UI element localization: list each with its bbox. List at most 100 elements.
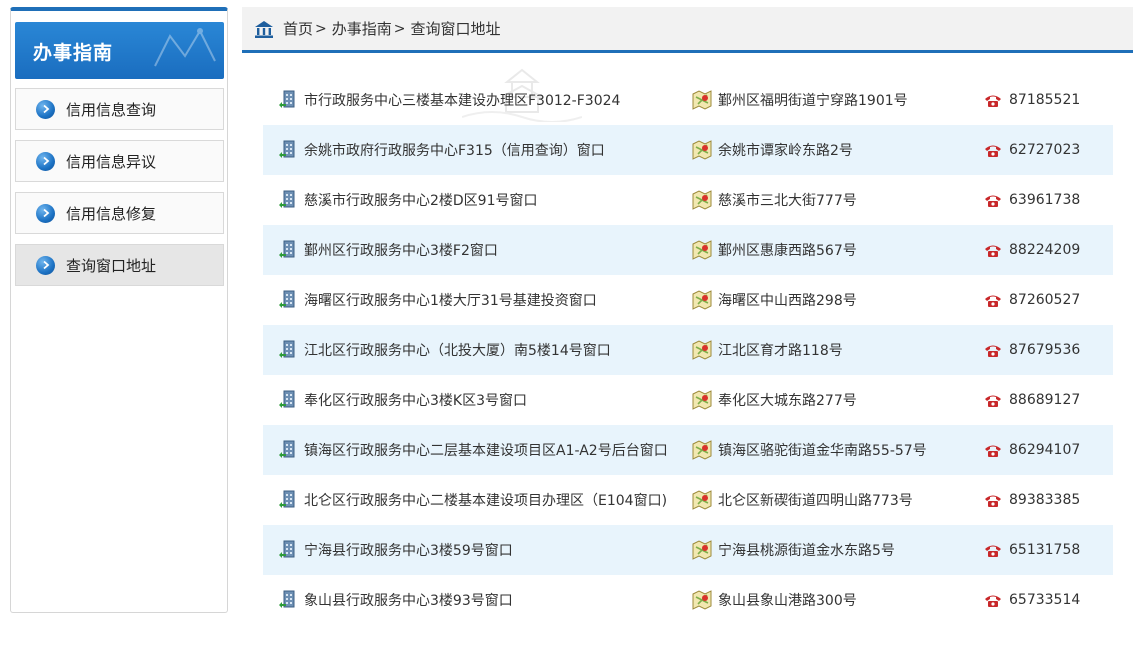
map-pin-icon [692, 239, 712, 261]
window-phone-cell: 87185521 [983, 89, 1080, 111]
window-phone-cell: 65131758 [983, 539, 1080, 561]
breadcrumb-guide-link[interactable]: 办事指南 [332, 18, 392, 39]
breadcrumb-home-link[interactable]: 首页 [283, 18, 313, 39]
window-phone: 88689127 [1009, 392, 1081, 408]
phone-icon [983, 589, 1003, 611]
list-item: 奉化区行政服务中心3楼K区3号窗口 奉化区大城东路277号 88689127 [263, 375, 1113, 425]
window-address: 奉化区大城东路277号 [718, 393, 857, 409]
list-item: 江北区行政服务中心（北投大厦）南5楼14号窗口 江北区育才路118号 8767953… [263, 325, 1113, 375]
window-address: 北仑区新碶街道四明山路773号 [718, 493, 913, 509]
window-phone: 65733514 [1009, 592, 1081, 608]
arrow-circle-icon [36, 203, 55, 223]
window-address-cell: 宁海县桃源街道金水东路5号 [692, 539, 895, 561]
window-address: 江北区育才路118号 [718, 343, 843, 359]
sidebar: 办事指南 信用信息查询 信用信息异议 信用信息修复 查询窗口地址 [10, 7, 228, 613]
list-item: 海曙区行政服务中心1楼大厅31号基建投资窗口 海曙区中山西路298号 8726052… [263, 275, 1113, 325]
window-address: 鄞州区福明街道宁穿路1901号 [718, 93, 908, 109]
map-pin-icon [692, 339, 712, 361]
window-phone: 62727023 [1009, 142, 1081, 158]
list-item: 鄞州区行政服务中心3楼F2窗口 鄞州区惠康西路567号 88224209 [263, 225, 1113, 275]
sidebar-item-window-address[interactable]: 查询窗口地址 [15, 244, 224, 286]
breadcrumb-separator: > [393, 20, 406, 37]
map-pin-icon [692, 489, 712, 511]
window-name-cell: 江北区行政服务中心（北投大厦）南5楼14号窗口 [278, 339, 611, 361]
window-phone-cell: 86294107 [983, 439, 1080, 461]
sidebar-item-label: 查询窗口地址 [66, 256, 157, 275]
window-address-cell: 慈溪市三北大街777号 [692, 189, 857, 211]
list-item: 镇海区行政服务中心二层基本建设项目区A1-A2号后台窗口 镇海区骆驼街道金华南路5… [263, 425, 1113, 475]
window-phone-cell: 87260527 [983, 289, 1080, 311]
list-item: 余姚市政府行政服务中心F315（信用查询）窗口 余姚市谭家岭东路2号 6272702… [263, 125, 1113, 175]
window-address: 鄞州区惠康西路567号 [718, 243, 857, 259]
map-pin-icon [692, 89, 712, 111]
phone-icon [983, 189, 1003, 211]
window-name: 象山县行政服务中心3楼93号窗口 [304, 593, 513, 609]
phone-icon [983, 239, 1003, 261]
window-address: 慈溪市三北大街777号 [718, 193, 857, 209]
window-phone-cell: 62727023 [983, 139, 1080, 161]
window-name-cell: 镇海区行政服务中心二层基本建设项目区A1-A2号后台窗口 [278, 439, 668, 461]
window-address: 海曙区中山西路298号 [718, 293, 857, 309]
breadcrumb-separator: > [315, 20, 327, 37]
window-phone: 87679536 [1009, 342, 1081, 358]
window-name: 江北区行政服务中心（北投大厦）南5楼14号窗口 [304, 343, 611, 359]
window-address-cell: 奉化区大城东路277号 [692, 389, 857, 411]
list-item: 宁海县行政服务中心3楼59号窗口 宁海县桃源街道金水东路5号 65131758 [263, 525, 1113, 575]
window-phone-cell: 65733514 [983, 589, 1080, 611]
window-phone: 65131758 [1009, 542, 1081, 558]
window-address: 镇海区骆驼街道金华南路55-57号 [718, 443, 927, 459]
window-name-cell: 慈溪市行政服务中心2楼D区91号窗口 [278, 189, 538, 211]
building-icon [278, 389, 298, 411]
window-name-cell: 余姚市政府行政服务中心F315（信用查询）窗口 [278, 139, 605, 161]
window-name-cell: 北仑区行政服务中心二楼基本建设项目办理区（E104窗口) [278, 489, 667, 511]
list-item: 市行政服务中心三楼基本建设办理区F3012-F3024 鄞州区福明街道宁穿路190… [263, 75, 1113, 125]
window-phone-cell: 89383385 [983, 489, 1080, 511]
map-pin-icon [692, 389, 712, 411]
window-phone: 88224209 [1009, 242, 1081, 258]
main-content: 首页 > 办事指南 > 查询窗口地址 市行政服务中心三楼基本建设办理区F3012… [242, 7, 1133, 613]
page: 办事指南 信用信息查询 信用信息异议 信用信息修复 查询窗口地址 首页 > 办事… [0, 0, 1148, 655]
sidebar-item-credit-query[interactable]: 信用信息查询 [15, 88, 224, 130]
window-name: 市行政服务中心三楼基本建设办理区F3012-F3024 [304, 93, 621, 109]
window-address-list: 市行政服务中心三楼基本建设办理区F3012-F3024 鄞州区福明街道宁穿路190… [263, 75, 1113, 625]
building-icon [278, 239, 298, 261]
list-item: 象山县行政服务中心3楼93号窗口 象山县象山港路300号 65733514 [263, 575, 1113, 625]
map-pin-icon [692, 139, 712, 161]
sidebar-item-credit-repair[interactable]: 信用信息修复 [15, 192, 224, 234]
window-name-cell: 宁海县行政服务中心3楼59号窗口 [278, 539, 513, 561]
window-address: 象山县象山港路300号 [718, 593, 857, 609]
window-phone: 87185521 [1009, 92, 1081, 108]
window-address-cell: 镇海区骆驼街道金华南路55-57号 [692, 439, 927, 461]
window-phone-cell: 63961738 [983, 189, 1080, 211]
window-address-cell: 鄞州区惠康西路567号 [692, 239, 857, 261]
window-phone: 63961738 [1009, 192, 1081, 208]
sidebar-title: 办事指南 [33, 42, 114, 64]
building-icon [278, 439, 298, 461]
phone-icon [983, 389, 1003, 411]
building-icon [278, 539, 298, 561]
window-name: 鄞州区行政服务中心3楼F2窗口 [304, 243, 498, 259]
home-icon [255, 20, 273, 38]
window-name: 海曙区行政服务中心1楼大厅31号基建投资窗口 [304, 293, 597, 309]
phone-icon [983, 339, 1003, 361]
map-pin-icon [692, 439, 712, 461]
sidebar-item-label: 信用信息查询 [66, 100, 157, 119]
breadcrumb-current: 查询窗口地址 [410, 20, 501, 38]
window-address-cell: 鄞州区福明街道宁穿路1901号 [692, 89, 908, 111]
window-address: 宁海县桃源街道金水东路5号 [718, 543, 895, 559]
window-name: 镇海区行政服务中心二层基本建设项目区A1-A2号后台窗口 [304, 443, 668, 459]
window-name-cell: 海曙区行政服务中心1楼大厅31号基建投资窗口 [278, 289, 597, 311]
window-phone: 89383385 [1009, 492, 1081, 508]
building-icon [278, 589, 298, 611]
window-name: 慈溪市行政服务中心2楼D区91号窗口 [304, 193, 538, 209]
phone-icon [983, 439, 1003, 461]
sidebar-item-credit-objection[interactable]: 信用信息异议 [15, 140, 224, 182]
window-address: 余姚市谭家岭东路2号 [718, 143, 853, 159]
building-icon [278, 139, 298, 161]
breadcrumb: 首页 > 办事指南 > 查询窗口地址 [242, 7, 1133, 53]
decorative-pattern-icon [154, 28, 216, 67]
window-phone-cell: 88224209 [983, 239, 1080, 261]
window-name-cell: 鄞州区行政服务中心3楼F2窗口 [278, 239, 498, 261]
building-icon [278, 189, 298, 211]
phone-icon [983, 139, 1003, 161]
